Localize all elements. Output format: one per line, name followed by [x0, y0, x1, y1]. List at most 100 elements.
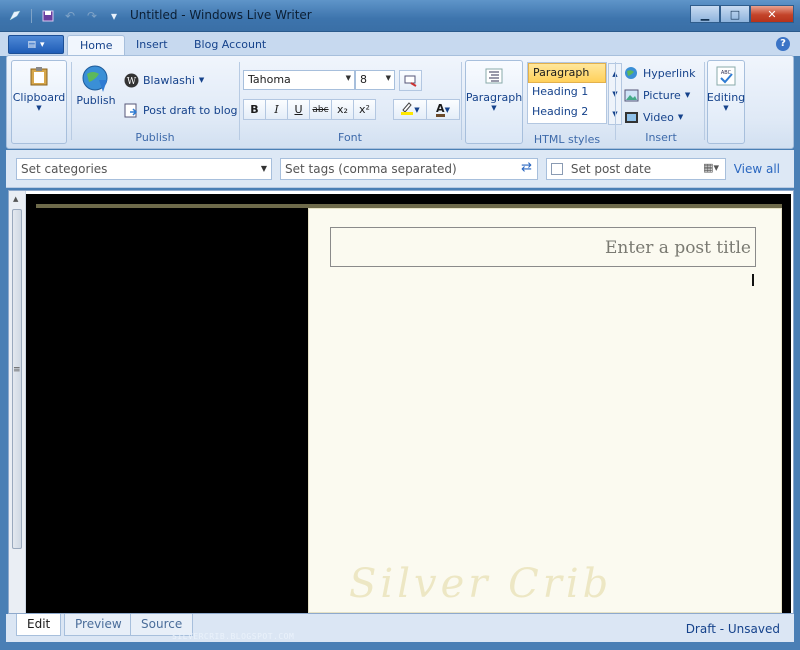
chevron-down-icon: ▾	[39, 39, 45, 50]
tab-edit[interactable]: Edit	[16, 614, 62, 636]
post-draft-icon	[123, 102, 139, 118]
svg-text:W: W	[126, 77, 136, 87]
help-icon[interactable]: ?	[776, 37, 790, 51]
superscript-button[interactable]: x²	[353, 99, 376, 120]
paragraph-label: Paragraph	[465, 91, 523, 104]
window-controls: ▁ □ ✕	[690, 5, 794, 23]
chevron-down-icon: ▼	[723, 104, 729, 112]
picture-icon	[623, 87, 639, 103]
clipboard-group: Clipboard ▼	[11, 58, 69, 146]
tab-insert[interactable]: Insert	[124, 35, 180, 56]
clipboard-icon	[24, 61, 54, 91]
post-date-field[interactable]: Set post date ▦▾	[546, 158, 726, 180]
ribbon: Clipboard ▼ Publish W Blawlashi ▼ Post d…	[6, 55, 794, 149]
style-item-heading-2[interactable]: Heading 2	[528, 103, 606, 123]
chevron-down-icon: ▼	[36, 104, 42, 112]
video-button[interactable]: Video ▼	[623, 109, 683, 125]
status-text: Draft - Unsaved	[685, 622, 780, 636]
post-date-checkbox[interactable]	[551, 163, 563, 175]
insert-group: Hyperlink Picture ▼ Video ▼ Insert	[619, 58, 703, 146]
publish-globe-icon	[81, 64, 111, 94]
subscript-button[interactable]: x₂	[331, 99, 354, 120]
publish-button[interactable]: Publish	[75, 64, 117, 107]
underline-button[interactable]: U	[287, 99, 310, 120]
blog-select-button[interactable]: W Blawlashi ▼	[123, 72, 204, 88]
chevron-down-icon: ▼	[345, 74, 351, 82]
hyperlink-icon	[623, 65, 639, 81]
vertical-scrollbar[interactable]: ▲ ≡	[9, 191, 26, 613]
tab-blog-account[interactable]: Blog Account	[182, 35, 278, 56]
redo-icon[interactable]: ↷	[83, 8, 101, 24]
view-all-link[interactable]: View all	[734, 162, 780, 176]
group-separator	[704, 62, 705, 140]
post-title-input[interactable]: Enter a post title	[330, 227, 756, 267]
minimize-button[interactable]: ▁	[690, 5, 720, 23]
quick-access-toolbar: ↶ ↷ ▾	[6, 8, 123, 24]
editor-canvas: Enter a post title Silver Crib	[26, 194, 791, 613]
font-color-button[interactable]: A ▼	[426, 99, 460, 120]
chevron-down-icon: ▼	[260, 164, 267, 173]
text-caret	[752, 274, 754, 286]
bold-button[interactable]: B	[243, 99, 266, 120]
app-logo-icon[interactable]	[6, 8, 24, 24]
picture-button[interactable]: Picture ▼	[623, 87, 690, 103]
html-styles-gallery[interactable]: Paragraph Heading 1 Heading 2 ▲ ▼ ▼	[527, 62, 622, 125]
font-color-icon: A	[436, 101, 445, 117]
hyperlink-label: Hyperlink	[643, 66, 696, 80]
chevron-down-icon: ▼	[684, 91, 691, 99]
style-item-heading-1[interactable]: Heading 1	[528, 83, 606, 103]
chevron-down-icon: ▼	[414, 105, 420, 114]
tab-home[interactable]: Home	[67, 35, 126, 56]
app-menu-icon: ▤	[27, 39, 36, 50]
font-group: Tahoma ▼ 8 ▼ B I U abc x₂ x² ▼ A ▼ Font	[241, 58, 460, 146]
scroll-grip-icon: ≡	[13, 365, 21, 375]
app-menu-button[interactable]: ▤ ▾	[8, 35, 64, 54]
video-icon	[623, 109, 639, 125]
undo-icon[interactable]: ↶	[61, 8, 79, 24]
color-buttons: ▼ A ▼	[393, 99, 460, 120]
hyperlink-button[interactable]: Hyperlink	[623, 65, 696, 81]
chevron-down-icon: ▼	[385, 74, 391, 82]
font-size-select[interactable]: 8 ▼	[355, 70, 395, 90]
strikethrough-button[interactable]: abc	[309, 99, 332, 120]
post-draft-button[interactable]: Post draft to blog	[123, 102, 238, 118]
html-styles-group-label: HTML styles	[533, 133, 601, 146]
publish-group-label: Publish	[135, 131, 175, 144]
categories-placeholder: Set categories	[21, 162, 108, 176]
clear-formatting-button[interactable]	[399, 70, 422, 91]
editing-button[interactable]: ABC Editing ▼	[707, 60, 745, 144]
scrollbar-thumb[interactable]	[12, 209, 22, 549]
style-item-paragraph[interactable]: Paragraph	[528, 63, 606, 83]
bottom-bar: Edit Preview Source Draft - Unsaved	[6, 614, 794, 642]
post-body[interactable]: Enter a post title Silver Crib	[308, 208, 782, 613]
format-buttons: B I U abc x₂ x²	[243, 99, 376, 120]
paragraph-button[interactable]: Paragraph ▼	[465, 60, 523, 144]
font-family-select[interactable]: Tahoma ▼	[243, 70, 355, 90]
categories-select[interactable]: Set categories ▼	[16, 158, 272, 180]
close-button[interactable]: ✕	[750, 5, 794, 23]
group-separator	[615, 62, 616, 140]
italic-button[interactable]: I	[265, 99, 288, 120]
refresh-tags-icon[interactable]: ⇄	[521, 160, 532, 175]
post-date-label: Set post date	[570, 162, 652, 176]
calendar-icon[interactable]: ▦▾	[703, 161, 719, 174]
publish-label: Publish	[76, 94, 116, 107]
ribbon-tab-row: ▤ ▾ Home Insert Blog Account ?	[0, 32, 800, 56]
clipboard-button[interactable]: Clipboard ▼	[11, 60, 67, 144]
font-family-value: Tahoma	[248, 73, 291, 86]
scroll-up-icon[interactable]: ▲	[13, 195, 18, 203]
credit-text: SILVERCRIB.BLOGSPOT.COM	[172, 632, 295, 641]
chevron-down-icon: ▼	[677, 113, 684, 121]
font-group-label: Font	[338, 131, 362, 144]
save-icon[interactable]	[39, 8, 57, 24]
tab-preview[interactable]: Preview	[64, 614, 133, 636]
highlighter-icon	[400, 101, 414, 118]
post-draft-label: Post draft to blog	[143, 103, 238, 117]
maximize-button[interactable]: □	[720, 5, 750, 23]
tags-input[interactable]: Set tags (comma separated) ⇄	[280, 158, 538, 180]
highlight-color-button[interactable]: ▼	[393, 99, 427, 120]
customize-qat-icon[interactable]: ▾	[105, 8, 123, 24]
editor-area: ▲ ≡ Enter a post title Silver Crib	[8, 190, 794, 614]
chevron-down-icon: ▼	[198, 76, 205, 84]
clipboard-label: Clipboard	[12, 91, 66, 104]
